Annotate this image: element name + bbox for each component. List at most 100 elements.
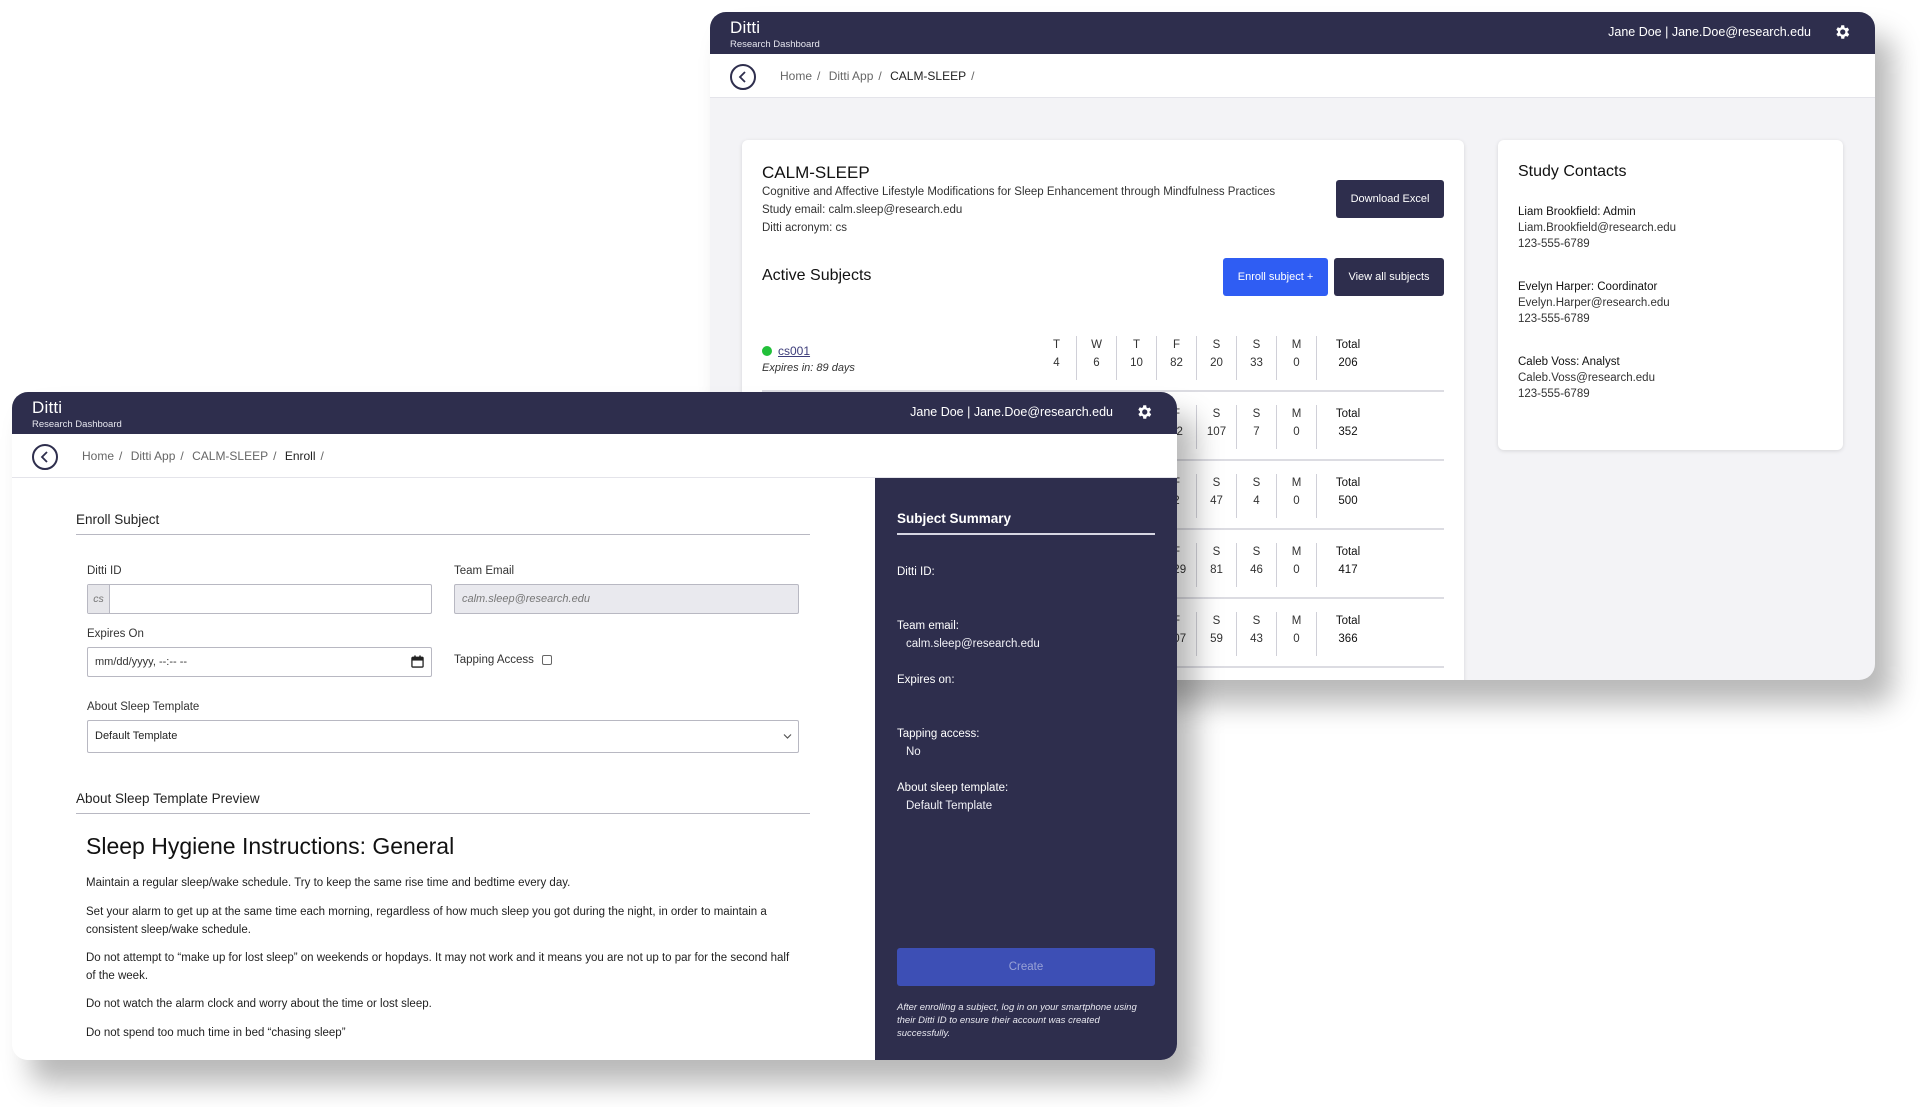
day-count-cell: S 47 xyxy=(1197,474,1237,518)
template-label: About Sleep Template xyxy=(87,701,200,713)
day-value: 46 xyxy=(1250,564,1263,576)
ditti-id-prefix: cs xyxy=(88,585,110,613)
breadcrumb: Home / Ditti App / CALM-SLEEP / xyxy=(780,69,975,83)
study-contacts-card: Study Contacts Liam Brookfield: Admin Li… xyxy=(1498,140,1843,450)
view-all-subjects-button[interactable]: View all subjects xyxy=(1334,258,1444,296)
gear-icon[interactable] xyxy=(1833,23,1851,41)
contact-item: Evelyn Harper: Coordinator Evelyn.Harper… xyxy=(1518,281,1670,325)
team-email-value: calm.sleep@research.edu xyxy=(462,593,590,605)
study-description: Cognitive and Affective Lifestyle Modifi… xyxy=(762,186,1276,198)
breadcrumb-study[interactable]: CALM-SLEEP xyxy=(890,69,966,83)
day-value: 81 xyxy=(1210,564,1223,576)
day-header: S xyxy=(1252,408,1261,420)
day-value: 20 xyxy=(1210,357,1223,369)
day-value: 107 xyxy=(1206,426,1227,438)
contact-phone: 123-555-6789 xyxy=(1518,388,1590,400)
brand[interactable]: Ditti Research Dashboard xyxy=(730,18,820,50)
back-button[interactable] xyxy=(730,64,756,90)
day-header: M xyxy=(1291,546,1302,558)
divider xyxy=(76,813,810,814)
total-header: Total xyxy=(1335,546,1361,558)
tapping-access-checkbox[interactable] xyxy=(542,655,552,665)
ditti-id-label: Ditti ID xyxy=(87,565,122,577)
contact-email[interactable]: Evelyn.Harper@research.edu xyxy=(1518,297,1670,309)
day-value: 82 xyxy=(1170,357,1183,369)
total-value: 366 xyxy=(1338,633,1358,645)
day-value: 0 xyxy=(1293,564,1300,576)
day-count-cell: S 107 xyxy=(1197,405,1237,449)
day-header: T xyxy=(1052,339,1061,351)
expires-placeholder: mm/dd/yyyy, --:-- -- xyxy=(95,656,188,668)
day-count-cell: T4 xyxy=(1037,336,1077,380)
contact-name: Liam Brookfield: Admin xyxy=(1518,206,1636,218)
total-value: 417 xyxy=(1338,564,1358,576)
user-info[interactable]: Jane Doe | Jane.Doe@research.edu xyxy=(910,405,1113,419)
brand-subtitle: Research Dashboard xyxy=(730,39,820,50)
brand[interactable]: Ditti Research Dashboard xyxy=(32,398,122,430)
ditti-id-field[interactable]: cs xyxy=(87,584,432,614)
subject-id: cs001 xyxy=(762,344,810,358)
breadcrumb-study[interactable]: CALM-SLEEP xyxy=(192,449,268,463)
total-header: Total xyxy=(1335,615,1361,627)
subject-id-link[interactable]: cs001 xyxy=(778,344,810,358)
chevron-down-icon xyxy=(783,734,792,739)
breadcrumb-app[interactable]: Ditti App xyxy=(131,449,176,463)
preview-paragraph: Do not attempt to “make up for lost slee… xyxy=(86,952,790,982)
day-value: 4 xyxy=(1253,495,1260,507)
total-cell: Total 500 xyxy=(1322,474,1374,518)
download-excel-button[interactable]: Download Excel xyxy=(1336,180,1444,218)
create-button[interactable]: Create xyxy=(897,948,1155,986)
summary-expires-label: Expires on: xyxy=(897,674,955,686)
breadcrumb-home[interactable]: Home xyxy=(82,449,114,463)
chevron-left-icon xyxy=(738,71,746,83)
day-value: 47 xyxy=(1210,495,1223,507)
calendar-icon[interactable] xyxy=(411,655,424,668)
day-value: 0 xyxy=(1293,633,1300,645)
contact-email[interactable]: Caleb.Voss@research.edu xyxy=(1518,372,1655,384)
day-value: 7 xyxy=(1253,426,1260,438)
enroll-subject-button[interactable]: Enroll subject + xyxy=(1223,258,1328,296)
study-email: Study email: calm.sleep@research.edu xyxy=(762,204,963,216)
contact-phone: 123-555-6789 xyxy=(1518,313,1590,325)
top-nav-bar: Ditti Research Dashboard Jane Doe | Jane… xyxy=(12,392,1177,434)
subject-summary-panel: Subject Summary Ditti ID: Team email: ca… xyxy=(875,478,1177,1060)
template-select[interactable]: Default Template xyxy=(87,720,799,753)
brand-subtitle: Research Dashboard xyxy=(32,419,122,430)
contact-email[interactable]: Liam.Brookfield@research.edu xyxy=(1518,222,1676,234)
subject-row[interactable]: cs001 Expires in: 89 days T 4 W 6 T 10 F 82 S 20 S 33… xyxy=(762,330,1444,392)
back-button[interactable] xyxy=(32,444,58,470)
total-header: Total xyxy=(1335,408,1361,420)
day-header: M xyxy=(1291,339,1302,351)
enroll-form: Enroll Subject Ditti ID cs Team Email ca… xyxy=(12,478,875,1060)
summary-ditti-id-label: Ditti ID: xyxy=(897,566,935,578)
day-header: S xyxy=(1212,546,1221,558)
day-header: S xyxy=(1212,339,1221,351)
preview-paragraph: Do not watch the alarm clock and worry a… xyxy=(86,998,432,1010)
user-info[interactable]: Jane Doe | Jane.Doe@research.edu xyxy=(1608,25,1811,39)
breadcrumb: Home / Ditti App / CALM-SLEEP / Enroll / xyxy=(82,449,324,463)
breadcrumb-home[interactable]: Home xyxy=(780,69,812,83)
expires-datetime-field[interactable]: mm/dd/yyyy, --:-- -- xyxy=(87,647,432,677)
gear-icon[interactable] xyxy=(1135,403,1153,421)
summary-tapping-label: Tapping access: xyxy=(897,728,980,740)
day-value: 4 xyxy=(1053,357,1060,369)
day-value: 10 xyxy=(1130,357,1143,369)
expires-label: Expires On xyxy=(87,628,144,640)
day-count-cell: S 59 xyxy=(1197,612,1237,656)
enroll-heading: Enroll Subject xyxy=(76,512,160,527)
day-value: 33 xyxy=(1250,357,1263,369)
day-value: 43 xyxy=(1250,633,1263,645)
day-count-cell: M0 xyxy=(1277,336,1317,380)
summary-team-email-label: Team email: xyxy=(897,620,959,632)
day-count-cell: M0 xyxy=(1277,543,1317,587)
breadcrumb-app[interactable]: Ditti App xyxy=(829,69,874,83)
study-title: CALM-SLEEP xyxy=(762,163,870,182)
day-count-cell: S4 xyxy=(1237,474,1277,518)
chevron-left-icon xyxy=(40,451,48,463)
preview-paragraph: Do not spend too much time in bed “chasi… xyxy=(86,1027,346,1039)
breadcrumb-enroll[interactable]: Enroll xyxy=(285,449,316,463)
team-email-field: calm.sleep@research.edu xyxy=(454,584,799,614)
day-header: S xyxy=(1252,477,1261,489)
enroll-subject-window: Ditti Research Dashboard Jane Doe | Jane… xyxy=(12,392,1177,1060)
summary-template-value: Default Template xyxy=(906,800,993,812)
